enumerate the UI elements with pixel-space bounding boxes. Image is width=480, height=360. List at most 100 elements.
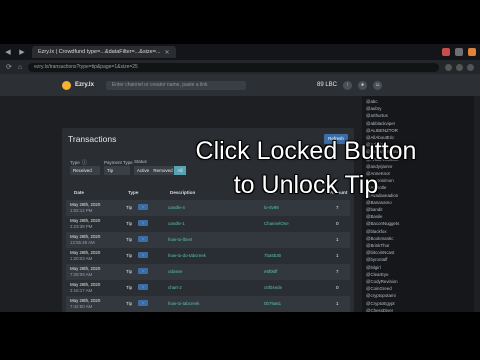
row-description-link[interactable]: candle-1: [168, 221, 185, 226]
column-type[interactable]: Type: [128, 190, 138, 195]
sidebar-channel-item[interactable]: @CodyRevision: [366, 278, 470, 285]
sidebar-channel-item[interactable]: @Bookmantic: [366, 235, 470, 242]
row-amount: 1: [336, 237, 339, 242]
row-amount: 1: [336, 301, 339, 306]
extension-icon[interactable]: [455, 48, 463, 56]
address-bar-row: ⟳ ⌂ ezry.lx/transactions?type=tip&page=1…: [0, 60, 480, 74]
status-active-option[interactable]: Active: [134, 166, 152, 175]
row-date-time: 2:16:17 AM: [70, 287, 93, 293]
payment-type-select[interactable]: Tip: [104, 166, 130, 175]
page-title: Transactions: [68, 134, 117, 144]
type-select[interactable]: Received: [70, 166, 100, 175]
row-date: May 28th, 2020 2:16:17 AM: [70, 282, 100, 293]
payment-type-label: Payment Type: [104, 160, 133, 165]
status-removed-option[interactable]: Removed: [152, 166, 174, 175]
sidebar-channel-item[interactable]: @blackfox: [366, 228, 470, 235]
url-input[interactable]: ezry.lx/transactions?type=tip&page=1&siz…: [28, 62, 439, 72]
sidebar-channel-item[interactable]: @bilgirl: [366, 264, 470, 271]
video-caption: Click Locked Button to Unlock Tip: [178, 134, 434, 202]
sidebar-channel-item[interactable]: @BaconNuggets: [366, 220, 470, 227]
extension-icon[interactable]: [442, 48, 450, 56]
close-tab-icon[interactable]: ✕: [165, 49, 170, 56]
brand-name: Ezry.lx: [75, 82, 94, 88]
row-date: May 28th, 2020 1:02:12 PM: [70, 202, 100, 213]
sidebar-channel-item[interactable]: @arthurtus: [366, 112, 470, 119]
row-date-time: 7:42:50 AM: [70, 303, 93, 309]
row-user-link[interactable]: 0b79a61: [264, 301, 281, 306]
transactions-table: May 28th, 2020 1:02:12 PM Tip ↑ candle-4 lo-r…: [66, 200, 350, 312]
lock-badge-button[interactable]: ↑: [138, 284, 148, 290]
lock-badge-button[interactable]: ↑: [138, 252, 148, 258]
extension-icon[interactable]: [445, 63, 452, 71]
row-description-link[interactable]: how-to-do-tabcreek: [168, 253, 206, 258]
sidebar-channel-item[interactable]: @bandit: [366, 206, 470, 213]
row-description-link[interactable]: chart-2: [168, 285, 182, 290]
row-date: May 28th, 2020 2:23:38 PM: [70, 218, 100, 229]
row-type: Tip: [126, 221, 133, 226]
sidebar-channel-item[interactable]: @BrinkThor: [366, 242, 470, 249]
sidebar-channel-item[interactable]: @aubry: [366, 105, 470, 112]
row-type: Tip: [126, 237, 133, 242]
sidebar-channel-item[interactable]: @ClearEye: [366, 271, 470, 278]
wallet-balance[interactable]: 89 LBC: [317, 82, 337, 88]
lock-badge-button[interactable]: ↑: [138, 204, 148, 210]
row-date-time: 1:02:12 PM: [70, 207, 93, 213]
sidebar-channel-item[interactable]: @cryptopotami: [366, 292, 470, 299]
table-row[interactable]: May 28th, 2020 1:20:03 AM Tip ↑ how-to-do-ta…: [66, 248, 350, 264]
menu-icon[interactable]: [467, 63, 474, 71]
row-user-link[interactable]: lo-rtv98: [264, 205, 279, 210]
forward-icon[interactable]: ▶: [18, 48, 26, 56]
upload-icon[interactable]: ↑: [343, 80, 352, 90]
lock-badge-button[interactable]: ↑: [138, 300, 148, 306]
home-icon[interactable]: ⌂: [18, 64, 22, 71]
row-date-time: 2:23:38 PM: [70, 223, 93, 229]
logo-icon: [62, 80, 71, 90]
search-input[interactable]: Enter channel or creator name, paste a l…: [105, 80, 246, 90]
brand[interactable]: Ezry.lx: [62, 80, 94, 90]
row-date-day: May 28th, 2020: [70, 282, 101, 287]
tab-strip: ◀ ▶ Ezry.lx | Crowdfund type=...&dataFil…: [0, 44, 480, 60]
notification-icon[interactable]: ●: [358, 80, 367, 90]
row-user-link[interactable]: e5f06ff: [264, 269, 277, 274]
extension-icon[interactable]: [456, 63, 463, 71]
reload-icon[interactable]: ⟳: [6, 63, 12, 71]
row-user-link[interactable]: ChannelOne: [264, 221, 289, 226]
lock-badge-button[interactable]: ↑: [138, 220, 148, 226]
table-row[interactable]: May 28th, 2020 2:16:17 AM Tip ↑ chart-2 c5f04…: [66, 280, 350, 296]
account-icon[interactable]: ☺: [373, 80, 382, 90]
lock-badge-button[interactable]: ↑: [138, 236, 148, 242]
table-row[interactable]: May 28th, 2020 12:55:49 AM Tip ↑ how-to-lbne…: [66, 232, 350, 248]
sidebar-channel-item[interactable]: @CoinGreed: [366, 285, 470, 292]
lock-badge-button[interactable]: ↑: [138, 268, 148, 274]
row-date-day: May 28th, 2020: [70, 298, 101, 303]
row-description-link[interactable]: how-to-tabcreek: [168, 301, 199, 306]
column-date[interactable]: Date: [74, 190, 84, 195]
row-date-time: 12:55:49 AM: [70, 239, 95, 245]
sidebar-channel-item[interactable]: @abblackviper: [366, 120, 470, 127]
sidebar-channel-item[interactable]: @bitcoinNcast: [366, 249, 470, 256]
row-description-link[interactable]: how-to-lbnet: [168, 237, 192, 242]
sidebar-channel-item[interactable]: @Basile: [366, 213, 470, 220]
row-date: May 28th, 2020 7:42:50 AM: [70, 298, 100, 309]
sidebar-channel-item[interactable]: @abc: [366, 98, 470, 105]
sidebar-channel-item[interactable]: @CryptoEgypt: [366, 300, 470, 307]
row-date-day: May 28th, 2020: [70, 218, 101, 223]
sidebar-channel-item[interactable]: @ALIBENZTOR: [366, 127, 470, 134]
browser-tab[interactable]: Ezry.lx | Crowdfund type=...&dataFilter=…: [32, 46, 176, 58]
row-type: Tip: [126, 205, 133, 210]
header-actions: 89 LBC ↑ ● ☺: [317, 80, 382, 90]
sidebar-channel-item[interactable]: @byrontaff: [366, 256, 470, 263]
table-row[interactable]: May 28th, 2020 7:42:50 AM Tip ↑ how-to-tabcr…: [66, 296, 350, 312]
row-user-link[interactable]: c5f04ede: [264, 285, 282, 290]
row-date-day: May 28th, 2020: [70, 250, 101, 255]
table-row[interactable]: May 28th, 2020 7:28:09 AM Tip ↑ odosee e5f06f…: [66, 264, 350, 280]
table-row[interactable]: May 28th, 2020 2:23:38 PM Tip ↑ candle-1 Chan…: [66, 216, 350, 232]
row-description-link[interactable]: odosee: [168, 269, 182, 274]
browser-window: ◀ ▶ Ezry.lx | Crowdfund type=...&dataFil…: [0, 44, 480, 312]
table-row[interactable]: May 28th, 2020 1:02:12 PM Tip ↑ candle-4 lo-r…: [66, 200, 350, 216]
sidebar-channel-item[interactable]: @ChessDiver: [366, 307, 470, 312]
row-description-link[interactable]: candle-4: [168, 205, 185, 210]
back-icon[interactable]: ◀: [4, 48, 12, 56]
row-user-link[interactable]: 7ba5b30: [264, 253, 281, 258]
profile-icon[interactable]: [468, 48, 476, 56]
